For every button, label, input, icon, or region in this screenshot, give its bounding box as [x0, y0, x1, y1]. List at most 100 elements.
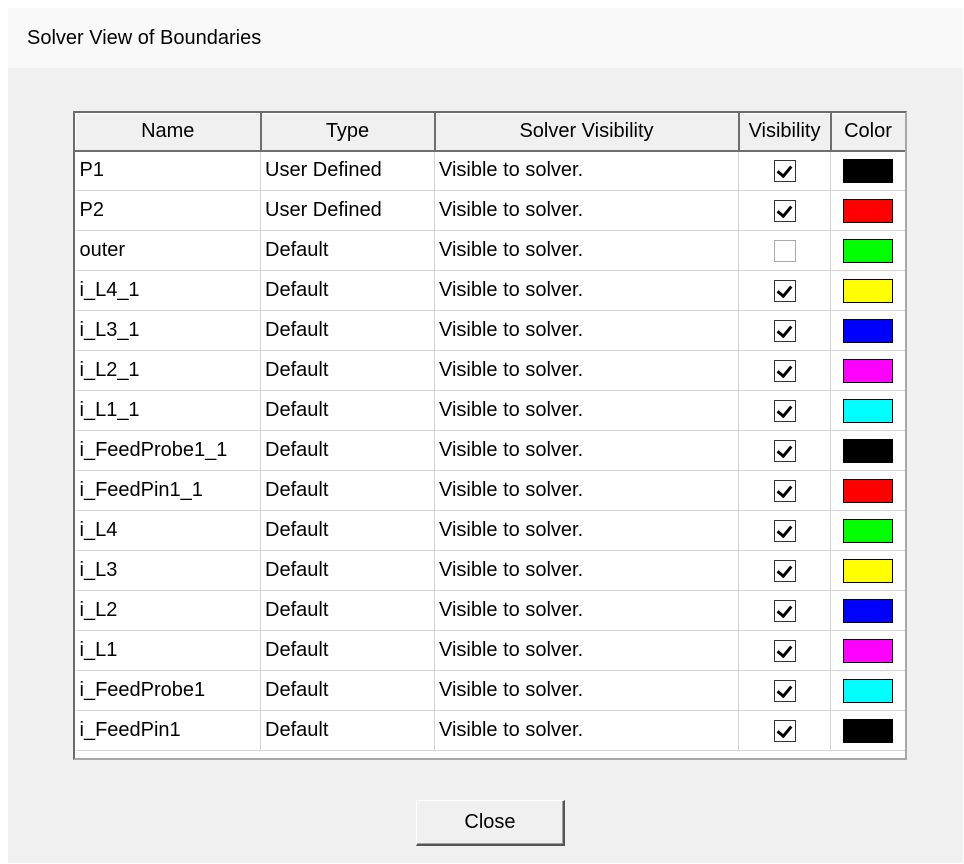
cell-solver-visibility[interactable]: Visible to solver. [434, 630, 739, 671]
visibility-checkbox[interactable] [773, 199, 796, 222]
table-row[interactable]: i_L4_1 Default Visible to solver. [75, 270, 905, 311]
cell-solver-visibility[interactable]: Visible to solver. [434, 550, 739, 591]
table-row[interactable]: i_FeedPin1_1 Default Visible to solver. [75, 470, 905, 511]
visibility-checkbox[interactable] [773, 679, 796, 702]
cell-type[interactable]: User Defined [260, 150, 435, 191]
column-header-visibility[interactable]: Visibility [738, 113, 832, 152]
table-row[interactable]: i_L1_1 Default Visible to solver. [75, 390, 905, 431]
table-row[interactable]: P2 User Defined Visible to solver. [75, 190, 905, 231]
cell-type[interactable]: Default [260, 550, 435, 591]
visibility-checkbox[interactable] [773, 439, 796, 462]
visibility-checkbox[interactable] [773, 639, 796, 662]
cell-solver-visibility[interactable]: Visible to solver. [434, 710, 739, 751]
table-row[interactable]: i_L3 Default Visible to solver. [75, 550, 905, 591]
cell-name[interactable]: i_L4_1 [75, 270, 261, 311]
cell-type[interactable]: Default [260, 630, 435, 671]
visibility-checkbox[interactable] [773, 719, 796, 742]
table-row[interactable]: i_L2_1 Default Visible to solver. [75, 350, 905, 391]
cell-solver-visibility[interactable]: Visible to solver. [434, 190, 739, 231]
close-button[interactable]: Close [416, 800, 565, 846]
cell-name[interactable]: i_FeedProbe1_1 [75, 430, 261, 471]
visibility-checkbox[interactable] [773, 599, 796, 622]
cell-type[interactable]: User Defined [260, 190, 435, 231]
table-row[interactable]: i_FeedPin1 Default Visible to solver. [75, 710, 905, 751]
cell-type[interactable]: Default [260, 670, 435, 711]
cell-name[interactable]: i_L1_1 [75, 390, 261, 431]
cell-type[interactable]: Default [260, 710, 435, 751]
cell-type[interactable]: Default [260, 590, 435, 631]
visibility-checkbox[interactable] [773, 279, 796, 302]
color-swatch[interactable] [843, 438, 893, 463]
color-swatch[interactable] [843, 478, 893, 503]
cell-solver-visibility[interactable]: Visible to solver. [434, 270, 739, 311]
table-row[interactable]: i_L4 Default Visible to solver. [75, 510, 905, 551]
table-row[interactable]: outer Default Visible to solver. [75, 230, 905, 271]
cell-type[interactable]: Default [260, 350, 435, 391]
cell-visibility [738, 270, 831, 311]
cell-solver-visibility[interactable]: Visible to solver. [434, 350, 739, 391]
cell-name[interactable]: i_FeedPin1_1 [75, 470, 261, 511]
color-swatch[interactable] [843, 718, 893, 743]
visibility-checkbox[interactable] [773, 159, 796, 182]
visibility-checkbox[interactable] [773, 519, 796, 542]
visibility-checkbox[interactable] [773, 359, 796, 382]
cell-solver-visibility[interactable]: Visible to solver. [434, 470, 739, 511]
cell-solver-visibility[interactable]: Visible to solver. [434, 590, 739, 631]
cell-name[interactable]: i_L2 [75, 590, 261, 631]
cell-name[interactable]: i_L2_1 [75, 350, 261, 391]
column-header-color[interactable]: Color [830, 113, 905, 152]
table-row[interactable]: i_L3_1 Default Visible to solver. [75, 310, 905, 351]
visibility-checkbox[interactable] [773, 239, 796, 262]
visibility-checkbox[interactable] [773, 319, 796, 342]
visibility-checkbox[interactable] [773, 559, 796, 582]
color-swatch[interactable] [843, 558, 893, 583]
cell-solver-visibility[interactable]: Visible to solver. [434, 430, 739, 471]
color-swatch[interactable] [843, 278, 893, 303]
column-header-solver-visibility[interactable]: Solver Visibility [434, 113, 740, 152]
color-swatch[interactable] [843, 158, 893, 183]
table-row[interactable]: i_L1 Default Visible to solver. [75, 630, 905, 671]
color-swatch[interactable] [843, 318, 893, 343]
color-swatch[interactable] [843, 238, 893, 263]
cell-type[interactable]: Default [260, 230, 435, 271]
cell-solver-visibility[interactable]: Visible to solver. [434, 150, 739, 191]
column-header-name[interactable]: Name [75, 113, 262, 152]
cell-solver-visibility[interactable]: Visible to solver. [434, 230, 739, 271]
table-row[interactable]: i_L2 Default Visible to solver. [75, 590, 905, 631]
cell-name[interactable]: i_FeedPin1 [75, 710, 261, 751]
cell-type[interactable]: Default [260, 310, 435, 351]
cell-name[interactable]: i_L3 [75, 550, 261, 591]
cell-solver-visibility[interactable]: Visible to solver. [434, 510, 739, 551]
cell-type[interactable]: Default [260, 510, 435, 551]
cell-name[interactable]: i_L4 [75, 510, 261, 551]
cell-name[interactable]: i_L3_1 [75, 310, 261, 351]
cell-type[interactable]: Default [260, 470, 435, 511]
color-swatch[interactable] [843, 518, 893, 543]
table-row[interactable]: P1 User Defined Visible to solver. [75, 150, 905, 191]
color-swatch[interactable] [843, 638, 893, 663]
cell-name[interactable]: P2 [75, 190, 261, 231]
cell-name[interactable]: P1 [75, 150, 261, 191]
cell-solver-visibility[interactable]: Visible to solver. [434, 390, 739, 431]
table-row[interactable]: i_FeedProbe1_1 Default Visible to solver. [75, 430, 905, 471]
visibility-checkbox[interactable] [773, 399, 796, 422]
color-swatch[interactable] [843, 398, 893, 423]
color-swatch[interactable] [843, 598, 893, 623]
cell-visibility [738, 590, 831, 631]
visibility-checkbox[interactable] [773, 479, 796, 502]
color-swatch[interactable] [843, 358, 893, 383]
cell-name[interactable]: i_L1 [75, 630, 261, 671]
cell-type[interactable]: Default [260, 270, 435, 311]
color-swatch[interactable] [843, 198, 893, 223]
title-bar[interactable]: Solver View of Boundaries [8, 8, 963, 68]
column-header-type[interactable]: Type [260, 113, 436, 152]
cell-type[interactable]: Default [260, 390, 435, 431]
table-row[interactable]: i_FeedProbe1 Default Visible to solver. [75, 670, 905, 711]
boundaries-table: Name Type Solver Visibility Visibility C… [75, 113, 905, 751]
cell-type[interactable]: Default [260, 430, 435, 471]
cell-name[interactable]: i_FeedProbe1 [75, 670, 261, 711]
cell-name[interactable]: outer [75, 230, 261, 271]
cell-solver-visibility[interactable]: Visible to solver. [434, 310, 739, 351]
color-swatch[interactable] [843, 678, 893, 703]
cell-solver-visibility[interactable]: Visible to solver. [434, 670, 739, 711]
